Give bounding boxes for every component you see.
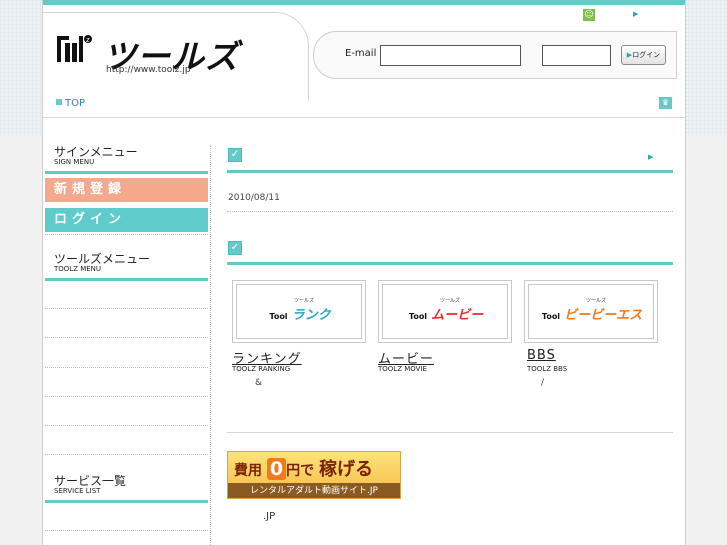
bbs-card[interactable]: Tool ビービーエス ツールズ [524, 280, 658, 343]
ranking-description: & [255, 378, 263, 388]
movie-subtitle: TOOLZ MOVIE [378, 365, 427, 373]
banner-highlight: 0 [266, 458, 287, 480]
email-field[interactable] [380, 45, 521, 66]
ranking-card[interactable]: Tool ランク ツールズ [232, 280, 366, 343]
arrow-right-icon[interactable]: ▶ [648, 153, 653, 161]
bbs-logo-sub: ツールズ [586, 298, 607, 304]
banner-caption: .JP [263, 511, 276, 522]
sidebar-item[interactable] [45, 425, 208, 426]
logo-url: http://www.toolz.jp [106, 65, 191, 75]
rental-adult-banner[interactable]: 費用 0 円で 稼げる レンタルアダルト動画サイト.JP [227, 451, 401, 499]
user-icon[interactable]: ☺ [583, 9, 595, 21]
sidebar-item[interactable] [45, 454, 208, 455]
login-button-label: ログイン [632, 51, 661, 59]
top-link[interactable]: TOP [56, 98, 85, 109]
movie-banner[interactable]: Tool ムービー ツールズ [382, 284, 508, 339]
top-link-label: TOP [65, 98, 86, 109]
sidebar: サインメニュー SIGN MENU 新規登録 ログイン ツールズメニュー TOO… [45, 117, 210, 545]
sign-menu-heading: サインメニュー SIGN MENU [45, 143, 208, 174]
news-date: 2010/08/11 [228, 193, 280, 203]
divider [227, 211, 673, 212]
bbs-logo-text: ビービーエス [564, 308, 643, 323]
section-rule [227, 170, 673, 173]
divider [45, 234, 208, 235]
ranking-subtitle: TOOLZ RANKING [232, 365, 291, 373]
section-rule [227, 262, 673, 265]
arrow-right-icon[interactable]: ▶ [633, 10, 638, 18]
column-divider [210, 145, 211, 545]
breadcrumb: TOP ♛ [43, 94, 685, 118]
divider [227, 432, 673, 433]
square-icon [56, 99, 62, 105]
service-list-subtitle: SERVICE LIST [54, 487, 101, 495]
signup-button[interactable]: 新規登録 [45, 178, 208, 202]
top-stripe [43, 0, 685, 5]
bbs-subtitle: TOOLZ BBS [527, 365, 568, 373]
banner-text: 稼げる [318, 459, 373, 480]
sign-menu-subtitle: SIGN MENU [54, 158, 95, 166]
toolz-logo-mark[interactable]: z [57, 33, 93, 65]
bbs-banner[interactable]: Tool ビービーエス ツールズ [528, 284, 654, 339]
service-list-heading: サービス一覧 SERVICE LIST [45, 472, 208, 503]
svg-text:z: z [86, 36, 90, 44]
toolz-menu-heading: ツールズメニュー TOOLZ MENU [45, 250, 208, 281]
login-button[interactable]: ▶ログイン [621, 45, 666, 65]
movie-card[interactable]: Tool ムービー ツールズ [378, 280, 512, 343]
bbs-description: / [541, 378, 545, 388]
ranking-logo-text: ランク [291, 308, 331, 323]
banner-text: 費用 [234, 463, 262, 479]
bbs-link[interactable]: BBS [527, 348, 556, 363]
crown-icon[interactable]: ♛ [659, 97, 672, 109]
check-icon: ✓ [228, 148, 242, 162]
toolz-menu-subtitle: TOOLZ MENU [54, 265, 102, 273]
banner-headline: 費用 0 円で 稼げる [234, 455, 373, 481]
check-icon: ✓ [228, 241, 242, 255]
banner-subtitle: レンタルアダルト動画サイト.JP [228, 483, 400, 498]
banner-text: 円で [286, 463, 315, 479]
sidebar-item[interactable] [45, 337, 208, 338]
sidebar-item[interactable] [45, 396, 208, 397]
sidebar-item[interactable] [45, 367, 208, 368]
movie-logo-text: ムービー [431, 308, 484, 323]
email-label: E-mail [345, 48, 377, 59]
password-field[interactable] [542, 45, 611, 66]
sidebar-item[interactable] [45, 530, 208, 531]
page-container: z ツールズ http://www.toolz.jp ☺ ▶ E-mail ▶ロ… [42, 0, 686, 545]
bbs-logo: Tool ビービーエス ツールズ [541, 298, 643, 323]
ranking-logo-sub: ツールズ [294, 298, 315, 304]
movie-logo: Tool ムービー ツールズ [408, 298, 484, 323]
sidebar-login-button[interactable]: ログイン [45, 208, 208, 232]
movie-logo-sub: ツールズ [440, 298, 461, 304]
ranking-banner[interactable]: Tool ランク ツールズ [236, 284, 362, 339]
sidebar-item[interactable] [45, 308, 208, 309]
ranking-logo: Tool ランク ツールズ [269, 298, 331, 323]
